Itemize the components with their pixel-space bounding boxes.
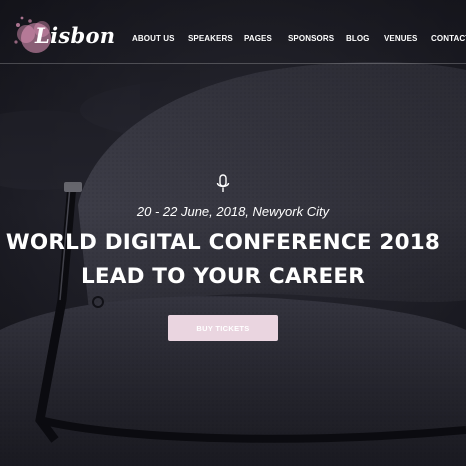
- hero-subtitle: LEAD TO YOUR CAREER: [80, 264, 366, 289]
- nav-item-contact[interactable]: CONTACT: [431, 34, 466, 43]
- logo-text: Lisbon: [35, 23, 116, 48]
- hero-title: WORLD DIGITAL CONFERENCE 2018: [5, 230, 441, 255]
- nav-item-venues[interactable]: VENUES: [384, 34, 418, 43]
- buy-tickets-button[interactable]: BUY TICKETS: [168, 315, 278, 341]
- nav-item-blog[interactable]: BLOG: [346, 34, 370, 43]
- event-date: 20 - 22 June, 2018, Newyork City: [136, 204, 330, 219]
- nav-item-speakers[interactable]: SPEAKERS: [188, 34, 233, 43]
- site-header: Lisbon ABOUT US SPEAKERS PAGES SPONSORS …: [0, 0, 466, 66]
- header-divider: [0, 63, 466, 64]
- microphone-icon: [216, 174, 230, 192]
- nav-item-pages[interactable]: PAGES: [244, 34, 272, 43]
- nav-item-about-us[interactable]: ABOUT US: [132, 34, 175, 43]
- site-logo[interactable]: Lisbon: [12, 12, 115, 58]
- buy-tickets-label: BUY TICKETS: [196, 323, 250, 333]
- nav-item-sponsors[interactable]: SPONSORS: [288, 34, 334, 43]
- hero-section: Lisbon ABOUT US SPEAKERS PAGES SPONSORS …: [0, 0, 466, 466]
